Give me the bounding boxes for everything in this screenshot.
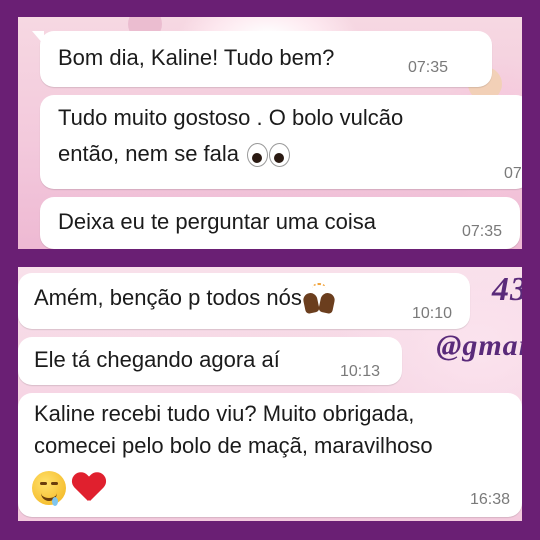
background-text-email: @gmai: [436, 329, 522, 362]
message-time: 10:13: [340, 363, 381, 380]
bubble-tail: [32, 31, 44, 45]
message-text-line2: comecei pelo bolo de maçã, maravilhoso: [34, 433, 433, 458]
message-bubble[interactable]: Amém, benção p todos nós 10:10: [18, 273, 470, 329]
background-text-number: 43: [492, 271, 522, 308]
message-text-line2: então, nem se fala: [58, 141, 240, 166]
chat-screenshot-top: Bom dia, Kaline! Tudo bem? 07:35 Tudo mu…: [18, 17, 522, 249]
message-bubble[interactable]: Ele tá chegando agora aí 10:13: [18, 337, 402, 385]
message-text-line1: Tudo muito gostoso . O bolo vulcão: [58, 105, 404, 130]
red-heart-emoji-icon: [72, 471, 106, 503]
message-bubble[interactable]: Deixa eu te perguntar uma coisa 07:35: [40, 197, 520, 249]
chat-screenshot-bottom: 43 @gmai Amém, benção p todos nós 10:10 …: [18, 267, 522, 521]
message-time: 16:38: [470, 491, 511, 508]
eyes-emoji-icon: [245, 142, 291, 168]
message-text: Deixa eu te perguntar uma coisa: [58, 209, 376, 234]
message-bubble[interactable]: Bom dia, Kaline! Tudo bem? 07:35: [32, 31, 492, 87]
raising-hands-emoji-icon: [301, 283, 336, 315]
message-text: Ele tá chegando agora aí: [34, 347, 280, 372]
message-text: Amém, benção p todos nós: [34, 285, 302, 310]
message-text-line1: Kaline recebi tudo viu? Muito obrigada,: [34, 401, 415, 426]
message-time: 10:10: [412, 305, 453, 322]
message-text: Bom dia, Kaline! Tudo bem?: [58, 45, 335, 70]
drooling-face-emoji-icon: [32, 471, 66, 506]
message-time: 07:35: [462, 223, 503, 240]
message-bubble[interactable]: Tudo muito gostoso . O bolo vulcão então…: [40, 95, 522, 189]
message-bubble[interactable]: Kaline recebi tudo viu? Muito obrigada, …: [18, 393, 522, 517]
message-time: 07: [504, 165, 522, 182]
message-time: 07:35: [408, 59, 449, 76]
